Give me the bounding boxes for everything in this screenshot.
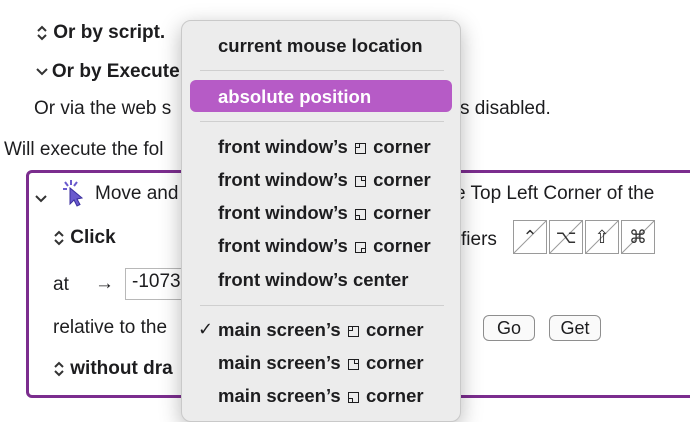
action-title-right: e Top Left Corner of the — [455, 183, 655, 204]
bottom-left-corner-icon — [347, 392, 359, 403]
menu-item-label: main screen’s — [218, 319, 341, 340]
menu-item-label-suffix: corner — [373, 136, 431, 157]
menu-item-front-window-bottom-left-corner[interactable]: front window’s corner — [218, 202, 431, 224]
menu-item-label: main screen’s — [218, 352, 341, 373]
menu-item-absolute-position[interactable]: absolute position — [218, 86, 371, 108]
menu-item-label-suffix: corner — [373, 169, 431, 190]
go-button[interactable]: Go — [483, 315, 535, 341]
menu-item-label: main screen’s — [218, 385, 341, 406]
menu-item-front-window-top-left-corner[interactable]: front window’s corner — [218, 136, 431, 158]
web-server-text-left: Or via the web s — [34, 98, 172, 119]
menu-item-front-window-center[interactable]: front window’s center — [218, 269, 409, 291]
menu-item-main-screen-top-left-corner[interactable]: main screen’s corner — [218, 319, 424, 341]
menu-item-label: front window’s — [218, 235, 348, 256]
menu-item-label: front window’s — [218, 169, 348, 190]
menu-item-label: front window’s — [218, 136, 348, 157]
checkmark-icon: ✓ — [198, 319, 214, 339]
click-type-selector[interactable]: Click — [53, 227, 116, 249]
or-by-execute-row[interactable]: Or by Execute — [36, 61, 180, 83]
relative-to-label: relative to the — [53, 317, 168, 338]
or-by-script-label: Or by script. — [53, 22, 166, 43]
top-right-corner-icon — [354, 176, 366, 187]
bottom-left-corner-icon — [354, 209, 366, 220]
control-key-icon: ⌃ — [522, 227, 538, 247]
modifiers-label: fiers — [461, 229, 497, 250]
drag-label: without dra — [70, 358, 173, 379]
command-modifier-toggle[interactable]: ⌘ — [621, 220, 655, 254]
option-key-icon: ⌥ — [555, 227, 577, 247]
click-label: Click — [70, 227, 116, 248]
menu-item-label-suffix: corner — [366, 385, 424, 406]
menu-item-front-window-top-right-corner[interactable]: front window’s corner — [218, 169, 431, 191]
menu-separator — [200, 305, 444, 306]
or-by-execute-label: Or by Execute — [51, 61, 180, 82]
shift-key-icon: ⇧ — [594, 227, 610, 247]
menu-item-current-mouse-location[interactable]: current mouse location — [218, 35, 423, 57]
menu-item-front-window-bottom-right-corner[interactable]: front window’s corner — [218, 235, 431, 257]
menu-separator — [200, 70, 444, 71]
or-by-script-row[interactable]: Or by script. — [36, 22, 165, 44]
top-left-corner-icon — [347, 326, 359, 337]
command-key-icon: ⌘ — [629, 227, 647, 247]
menu-item-label: absolute position — [218, 86, 372, 107]
updown-chevron-icon — [53, 360, 65, 378]
chevron-down-icon[interactable] — [35, 191, 47, 209]
web-server-text-right: s disabled. — [460, 98, 551, 119]
top-left-corner-icon — [354, 143, 366, 154]
top-right-corner-icon — [347, 359, 359, 370]
position-reference-menu: current mouse location absolute position… — [181, 20, 461, 422]
mouse-click-cursor-icon — [61, 179, 85, 212]
at-label: at — [53, 274, 69, 295]
get-button[interactable]: Get — [549, 315, 601, 341]
action-title-left: Move and — [95, 183, 179, 204]
updown-chevron-icon — [53, 229, 65, 247]
menu-item-label-suffix: corner — [366, 352, 424, 373]
updown-chevron-icon — [36, 24, 48, 42]
control-modifier-toggle[interactable]: ⌃ — [513, 220, 547, 254]
menu-item-label: front window’s — [218, 202, 348, 223]
will-execute-text: Will execute the fol — [4, 139, 164, 160]
drag-type-selector[interactable]: without dra — [53, 358, 173, 380]
menu-item-label: current mouse location — [218, 35, 423, 56]
menu-item-label-suffix: corner — [373, 202, 431, 223]
option-modifier-toggle[interactable]: ⌥ — [549, 220, 583, 254]
chevron-down-icon — [36, 64, 52, 80]
arrow-icon: → — [95, 273, 114, 294]
menu-item-main-screen-bottom-left-corner[interactable]: main screen’s corner — [218, 385, 424, 407]
menu-item-label: front window’s center — [218, 269, 409, 290]
shift-modifier-toggle[interactable]: ⇧ — [585, 220, 619, 254]
menu-item-label-suffix: corner — [373, 235, 431, 256]
bottom-right-corner-icon — [354, 242, 366, 253]
menu-item-label-suffix: corner — [366, 319, 424, 340]
menu-item-main-screen-top-right-corner[interactable]: main screen’s corner — [218, 352, 424, 374]
menu-separator — [200, 121, 444, 122]
